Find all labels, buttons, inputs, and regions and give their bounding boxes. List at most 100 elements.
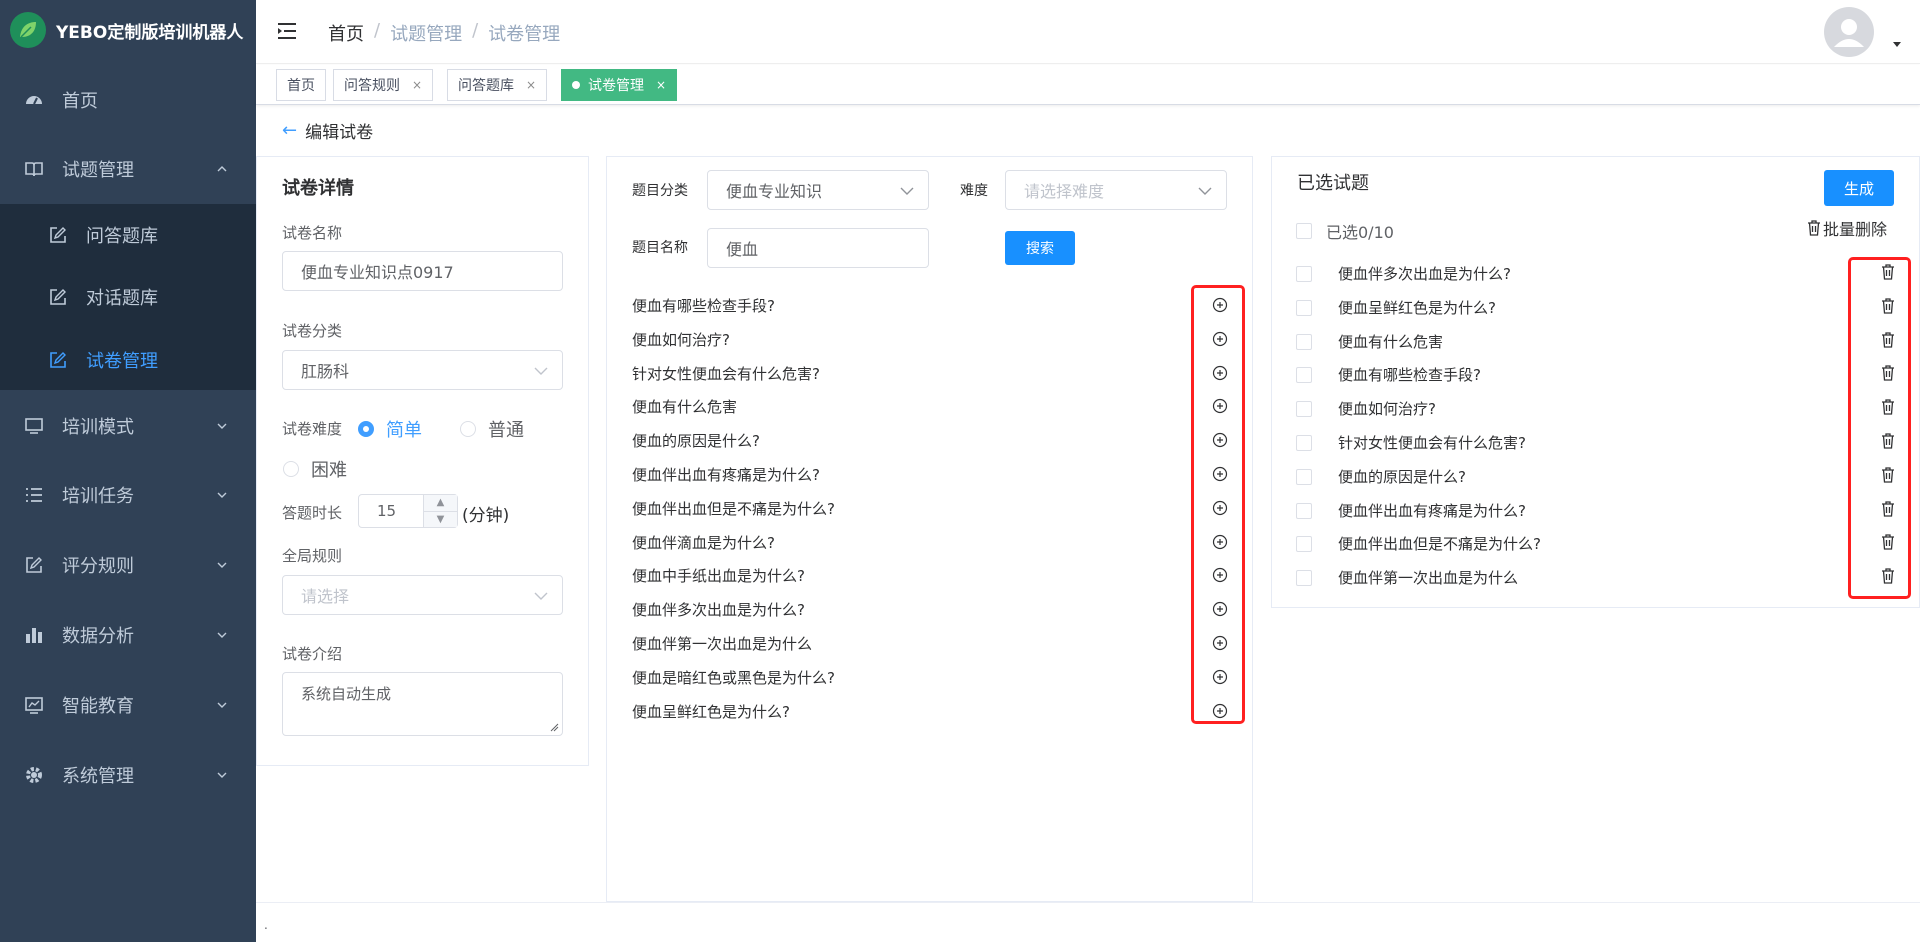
duration-label: 答题时长 bbox=[282, 504, 343, 522]
chevron-down-icon bbox=[1198, 187, 1212, 195]
tab-qa-rules[interactable]: 问答规则 × bbox=[333, 69, 434, 101]
selected-item-label: 便血呈鲜红色是为什么? bbox=[1338, 299, 1496, 317]
sidebar-item-label: 系统管理 bbox=[62, 766, 134, 787]
sidebar-subitem-label: 试卷管理 bbox=[86, 351, 158, 372]
chevron-down-icon bbox=[217, 492, 227, 498]
filter-difficulty-select[interactable]: 请选择难度 bbox=[1005, 170, 1227, 210]
sidebar-item-system-management[interactable]: 系统管理 bbox=[0, 745, 256, 805]
item-checkbox[interactable] bbox=[1296, 400, 1312, 417]
chevron-down-icon bbox=[217, 562, 227, 568]
user-avatar[interactable] bbox=[1824, 7, 1874, 57]
sidebar-item-question-management[interactable]: 试题管理 bbox=[0, 139, 256, 199]
generate-button[interactable]: 生成 bbox=[1824, 170, 1894, 206]
difficulty-radio-easy[interactable]: 简单 bbox=[358, 416, 422, 442]
question-bank-card bbox=[606, 156, 1253, 902]
caret-down-icon[interactable] bbox=[1892, 40, 1902, 48]
sidebar-item-scoring-rules[interactable]: 评分规则 bbox=[0, 535, 256, 595]
batch-delete-label: 批量删除 bbox=[1823, 220, 1888, 239]
sidebar: YEBO定制版培训机器人 首页 试题管理 问答题库 对话题库 试卷管理 培训模式… bbox=[0, 0, 256, 942]
breadcrumb: 首页 / 试题管理 / 试卷管理 bbox=[328, 20, 560, 46]
item-checkbox[interactable] bbox=[1296, 265, 1312, 282]
paper-category-value: 肛肠科 bbox=[301, 362, 350, 381]
sidebar-subitem-paper-management[interactable]: 试卷管理 bbox=[0, 330, 256, 390]
selected-item-label: 便血有什么危害 bbox=[1338, 333, 1444, 351]
selected-item-label: 便血伴第一次出血是为什么 bbox=[1338, 569, 1519, 587]
sidebar-subitem-dialog-bank[interactable]: 对话题库 bbox=[0, 267, 256, 327]
tab-qa-bank[interactable]: 问答题库 × bbox=[447, 69, 548, 101]
select-all-checkbox[interactable]: 已选0/10 bbox=[1296, 219, 1394, 243]
item-checkbox[interactable] bbox=[1296, 333, 1312, 350]
intro-textarea[interactable]: 系统自动生成 bbox=[282, 672, 563, 736]
item-checkbox[interactable] bbox=[1296, 502, 1312, 519]
question-item: 针对女性便血会有什么危害? bbox=[632, 365, 820, 383]
back-link[interactable]: ← 编辑试卷 bbox=[282, 118, 373, 143]
sidebar-item-training-task[interactable]: 培训任务 bbox=[0, 465, 256, 525]
tab-paper-management[interactable]: 试卷管理 × bbox=[561, 69, 678, 101]
tab-home[interactable]: 首页 bbox=[276, 69, 326, 101]
sidebar-subitem-label: 问答题库 bbox=[86, 226, 158, 247]
selected-item: 针对女性便血会有什么危害? bbox=[1296, 432, 1526, 453]
filter-name-input[interactable]: 便血 bbox=[707, 228, 929, 268]
duration-stepper[interactable]: 15 ▲ ▼ bbox=[358, 494, 458, 528]
chevron-down-icon bbox=[217, 702, 227, 708]
question-item: 便血如何治疗? bbox=[632, 331, 730, 349]
search-button[interactable]: 搜索 bbox=[1005, 231, 1075, 265]
difficulty-radio-normal[interactable]: 普通 bbox=[460, 416, 524, 442]
tab-label: 试卷管理 bbox=[588, 78, 644, 94]
sidebar-item-label: 评分规则 bbox=[62, 556, 134, 577]
breadcrumb-home[interactable]: 首页 bbox=[328, 20, 364, 46]
resize-handle-icon[interactable] bbox=[550, 723, 559, 732]
duration-unit: (分钟) bbox=[462, 506, 510, 526]
footer-text: . bbox=[264, 918, 268, 932]
increment-icon[interactable]: ▲ bbox=[424, 495, 457, 512]
item-checkbox[interactable] bbox=[1296, 434, 1312, 451]
batch-delete-button[interactable]: 批量删除 bbox=[1807, 216, 1887, 240]
close-icon[interactable]: × bbox=[526, 78, 536, 92]
global-rule-label: 全局规则 bbox=[282, 547, 343, 565]
question-item: 便血伴出血但是不痛是为什么? bbox=[632, 500, 835, 518]
breadcrumb-current: 试卷管理 bbox=[488, 24, 561, 45]
details-title: 试卷详情 bbox=[282, 178, 354, 199]
selected-item-label: 针对女性便血会有什么危害? bbox=[1338, 434, 1526, 452]
category-label: 试卷分类 bbox=[282, 322, 343, 340]
close-icon[interactable]: × bbox=[412, 78, 422, 92]
chevron-down-icon bbox=[217, 632, 227, 638]
item-checkbox[interactable] bbox=[1296, 535, 1312, 552]
radio-unchecked-icon bbox=[283, 461, 299, 477]
item-checkbox[interactable] bbox=[1296, 366, 1312, 383]
page-title: 编辑试卷 bbox=[305, 123, 374, 143]
item-checkbox[interactable] bbox=[1296, 299, 1312, 316]
sidebar-item-smart-education[interactable]: 智能教育 bbox=[0, 675, 256, 735]
filter-category-label: 题目分类 bbox=[632, 183, 688, 199]
item-checkbox[interactable] bbox=[1296, 468, 1312, 485]
radio-checked-icon bbox=[358, 421, 374, 437]
close-icon[interactable]: × bbox=[656, 78, 666, 92]
leaf-logo-icon bbox=[10, 12, 46, 48]
selected-item: 便血伴出血有疼痛是为什么? bbox=[1296, 500, 1526, 521]
filter-category-select[interactable]: 便血专业知识 bbox=[707, 170, 929, 210]
highlight-box bbox=[1848, 257, 1911, 599]
filter-difficulty-label: 难度 bbox=[960, 183, 988, 199]
paper-category-select[interactable]: 肛肠科 bbox=[282, 350, 563, 390]
intro-label: 试卷介绍 bbox=[282, 645, 343, 663]
gear-icon bbox=[24, 765, 44, 785]
paper-name-input[interactable]: 便血专业知识点0917 bbox=[282, 251, 563, 291]
difficulty-radio-hard[interactable]: 困难 bbox=[283, 456, 347, 482]
global-rule-placeholder: 请选择 bbox=[301, 587, 350, 606]
sidebar-item-data-analysis[interactable]: 数据分析 bbox=[0, 605, 256, 665]
sidebar-item-label: 培训任务 bbox=[62, 486, 134, 507]
menu-toggle-icon[interactable] bbox=[276, 20, 298, 42]
chart-screen-icon bbox=[24, 695, 44, 715]
sidebar-subitem-qa-bank[interactable]: 问答题库 bbox=[0, 205, 256, 265]
global-rule-select[interactable]: 请选择 bbox=[282, 575, 563, 615]
intro-value: 系统自动生成 bbox=[301, 685, 392, 703]
question-item: 便血是暗红色或黑色是为什么? bbox=[632, 669, 835, 687]
filter-name-label: 题目名称 bbox=[632, 240, 688, 256]
edit-icon bbox=[24, 555, 44, 575]
sidebar-item-training-mode[interactable]: 培训模式 bbox=[0, 396, 256, 456]
sidebar-item-home[interactable]: 首页 bbox=[0, 70, 256, 130]
item-checkbox[interactable] bbox=[1296, 569, 1312, 586]
decrement-icon[interactable]: ▼ bbox=[424, 511, 457, 527]
chevron-down-icon bbox=[217, 423, 227, 429]
selected-item-label: 便血有哪些检查手段? bbox=[1338, 366, 1481, 384]
